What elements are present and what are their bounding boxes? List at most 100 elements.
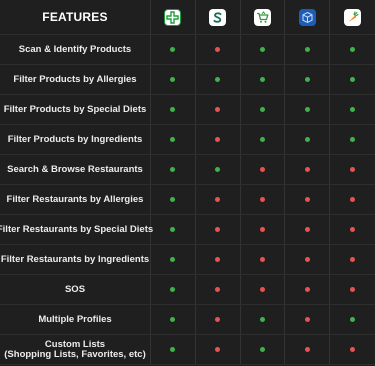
supported-dot-icon: [304, 107, 310, 112]
support-cell: [241, 155, 286, 184]
supported-dot-icon: [170, 47, 176, 52]
support-cell: [196, 275, 241, 304]
supported-dot-icon: [304, 137, 310, 142]
support-cell: [151, 35, 196, 64]
support-cell: [285, 95, 331, 124]
support-cell: [151, 335, 196, 364]
unsupported-dot-icon: [304, 257, 310, 262]
table-row: Filter Restaurants by Special Diets: [0, 215, 375, 245]
unsupported-dot-icon: [304, 317, 310, 322]
support-cell: [241, 65, 286, 94]
unsupported-dot-icon: [350, 227, 356, 232]
app-column-header: [151, 0, 196, 34]
supported-dot-icon: [259, 347, 265, 352]
table-row: Filter Restaurants by Ingredients: [0, 245, 375, 275]
letter-s-logo-icon: [209, 8, 227, 26]
carrot-logo-icon: [344, 8, 362, 26]
feature-name-cell: Custom Lists (Shopping Lists, Favorites, …: [0, 335, 151, 364]
support-cell: [151, 95, 196, 124]
supported-dot-icon: [170, 257, 176, 262]
support-cell: [285, 335, 331, 364]
unsupported-dot-icon: [350, 257, 356, 262]
supported-dot-icon: [170, 317, 176, 322]
unsupported-dot-icon: [259, 197, 265, 202]
table-row: SOS: [0, 275, 375, 305]
support-cell: [196, 335, 241, 364]
table-row: Multiple Profiles: [0, 305, 375, 335]
table-row: Filter Products by Allergies: [0, 65, 375, 95]
unsupported-dot-icon: [350, 347, 356, 352]
support-cell: [330, 275, 375, 304]
unsupported-dot-icon: [215, 137, 221, 142]
support-cell: [330, 185, 375, 214]
unsupported-dot-icon: [259, 167, 265, 172]
feature-label: Filter Restaurants by Allergies: [6, 193, 144, 205]
supported-dot-icon: [170, 137, 176, 142]
support-cell: [285, 275, 331, 304]
feature-label: Filter Restaurants by Ingredients: [0, 253, 150, 265]
feature-name-cell: Scan & Identify Products: [0, 35, 151, 64]
supported-dot-icon: [215, 167, 221, 172]
supported-dot-icon: [350, 47, 356, 52]
support-cell: [196, 215, 241, 244]
support-cell: [196, 185, 241, 214]
support-cell: [151, 185, 196, 214]
feature-name-cell: Filter Products by Allergies: [0, 65, 151, 94]
support-cell: [330, 335, 375, 364]
app-column-header: [196, 0, 241, 34]
support-cell: [151, 65, 196, 94]
supported-dot-icon: [215, 77, 221, 82]
support-cell: [285, 185, 331, 214]
unsupported-dot-icon: [259, 287, 265, 292]
unsupported-dot-icon: [215, 107, 221, 112]
support-cell: [241, 275, 286, 304]
support-cell: [241, 185, 286, 214]
support-cell: [285, 155, 331, 184]
unsupported-dot-icon: [215, 197, 221, 202]
app-column-header: [241, 0, 286, 34]
unsupported-dot-icon: [259, 257, 265, 262]
support-cell: [330, 65, 375, 94]
table-body: Scan & Identify Products Filter Products …: [0, 35, 375, 365]
support-cell: [330, 305, 375, 334]
supported-dot-icon: [170, 347, 176, 352]
supported-dot-icon: [350, 107, 356, 112]
support-cell: [196, 95, 241, 124]
support-cell: [196, 155, 241, 184]
app-column-header: [330, 0, 375, 34]
table-row: Filter Products by Special Diets: [0, 95, 375, 125]
features-header-label: FEATURES: [42, 10, 108, 24]
supported-dot-icon: [259, 107, 265, 112]
support-cell: [241, 35, 286, 64]
support-cell: [241, 335, 286, 364]
support-cell: [241, 125, 286, 154]
support-cell: [285, 245, 331, 274]
support-cell: [196, 35, 241, 64]
support-cell: [330, 245, 375, 274]
unsupported-dot-icon: [259, 227, 265, 232]
unsupported-dot-icon: [215, 257, 221, 262]
supported-dot-icon: [170, 227, 176, 232]
feature-label: Multiple Profiles: [38, 313, 112, 325]
feature-label: Filter Restaurants by Special Diets: [0, 223, 154, 235]
support-cell: [151, 275, 196, 304]
app-column-header: [285, 0, 331, 34]
feature-name-cell: Filter Products by Special Diets: [0, 95, 151, 124]
supported-dot-icon: [350, 77, 356, 82]
unsupported-dot-icon: [304, 167, 310, 172]
unsupported-dot-icon: [350, 197, 356, 202]
support-cell: [241, 95, 286, 124]
supported-dot-icon: [259, 137, 265, 142]
unsupported-dot-icon: [215, 287, 221, 292]
feature-label: Search & Browse Restaurants: [7, 163, 143, 175]
supported-dot-icon: [350, 137, 356, 142]
feature-name-cell: SOS: [0, 275, 151, 304]
supported-dot-icon: [304, 77, 310, 82]
table-header-row: FEATURES: [0, 0, 375, 35]
shopping-cart-logo-icon: [253, 8, 271, 26]
table-row: Custom Lists (Shopping Lists, Favorites, …: [0, 335, 375, 365]
support-cell: [330, 125, 375, 154]
support-cell: [285, 305, 331, 334]
unsupported-dot-icon: [215, 47, 221, 52]
supported-dot-icon: [259, 47, 265, 52]
